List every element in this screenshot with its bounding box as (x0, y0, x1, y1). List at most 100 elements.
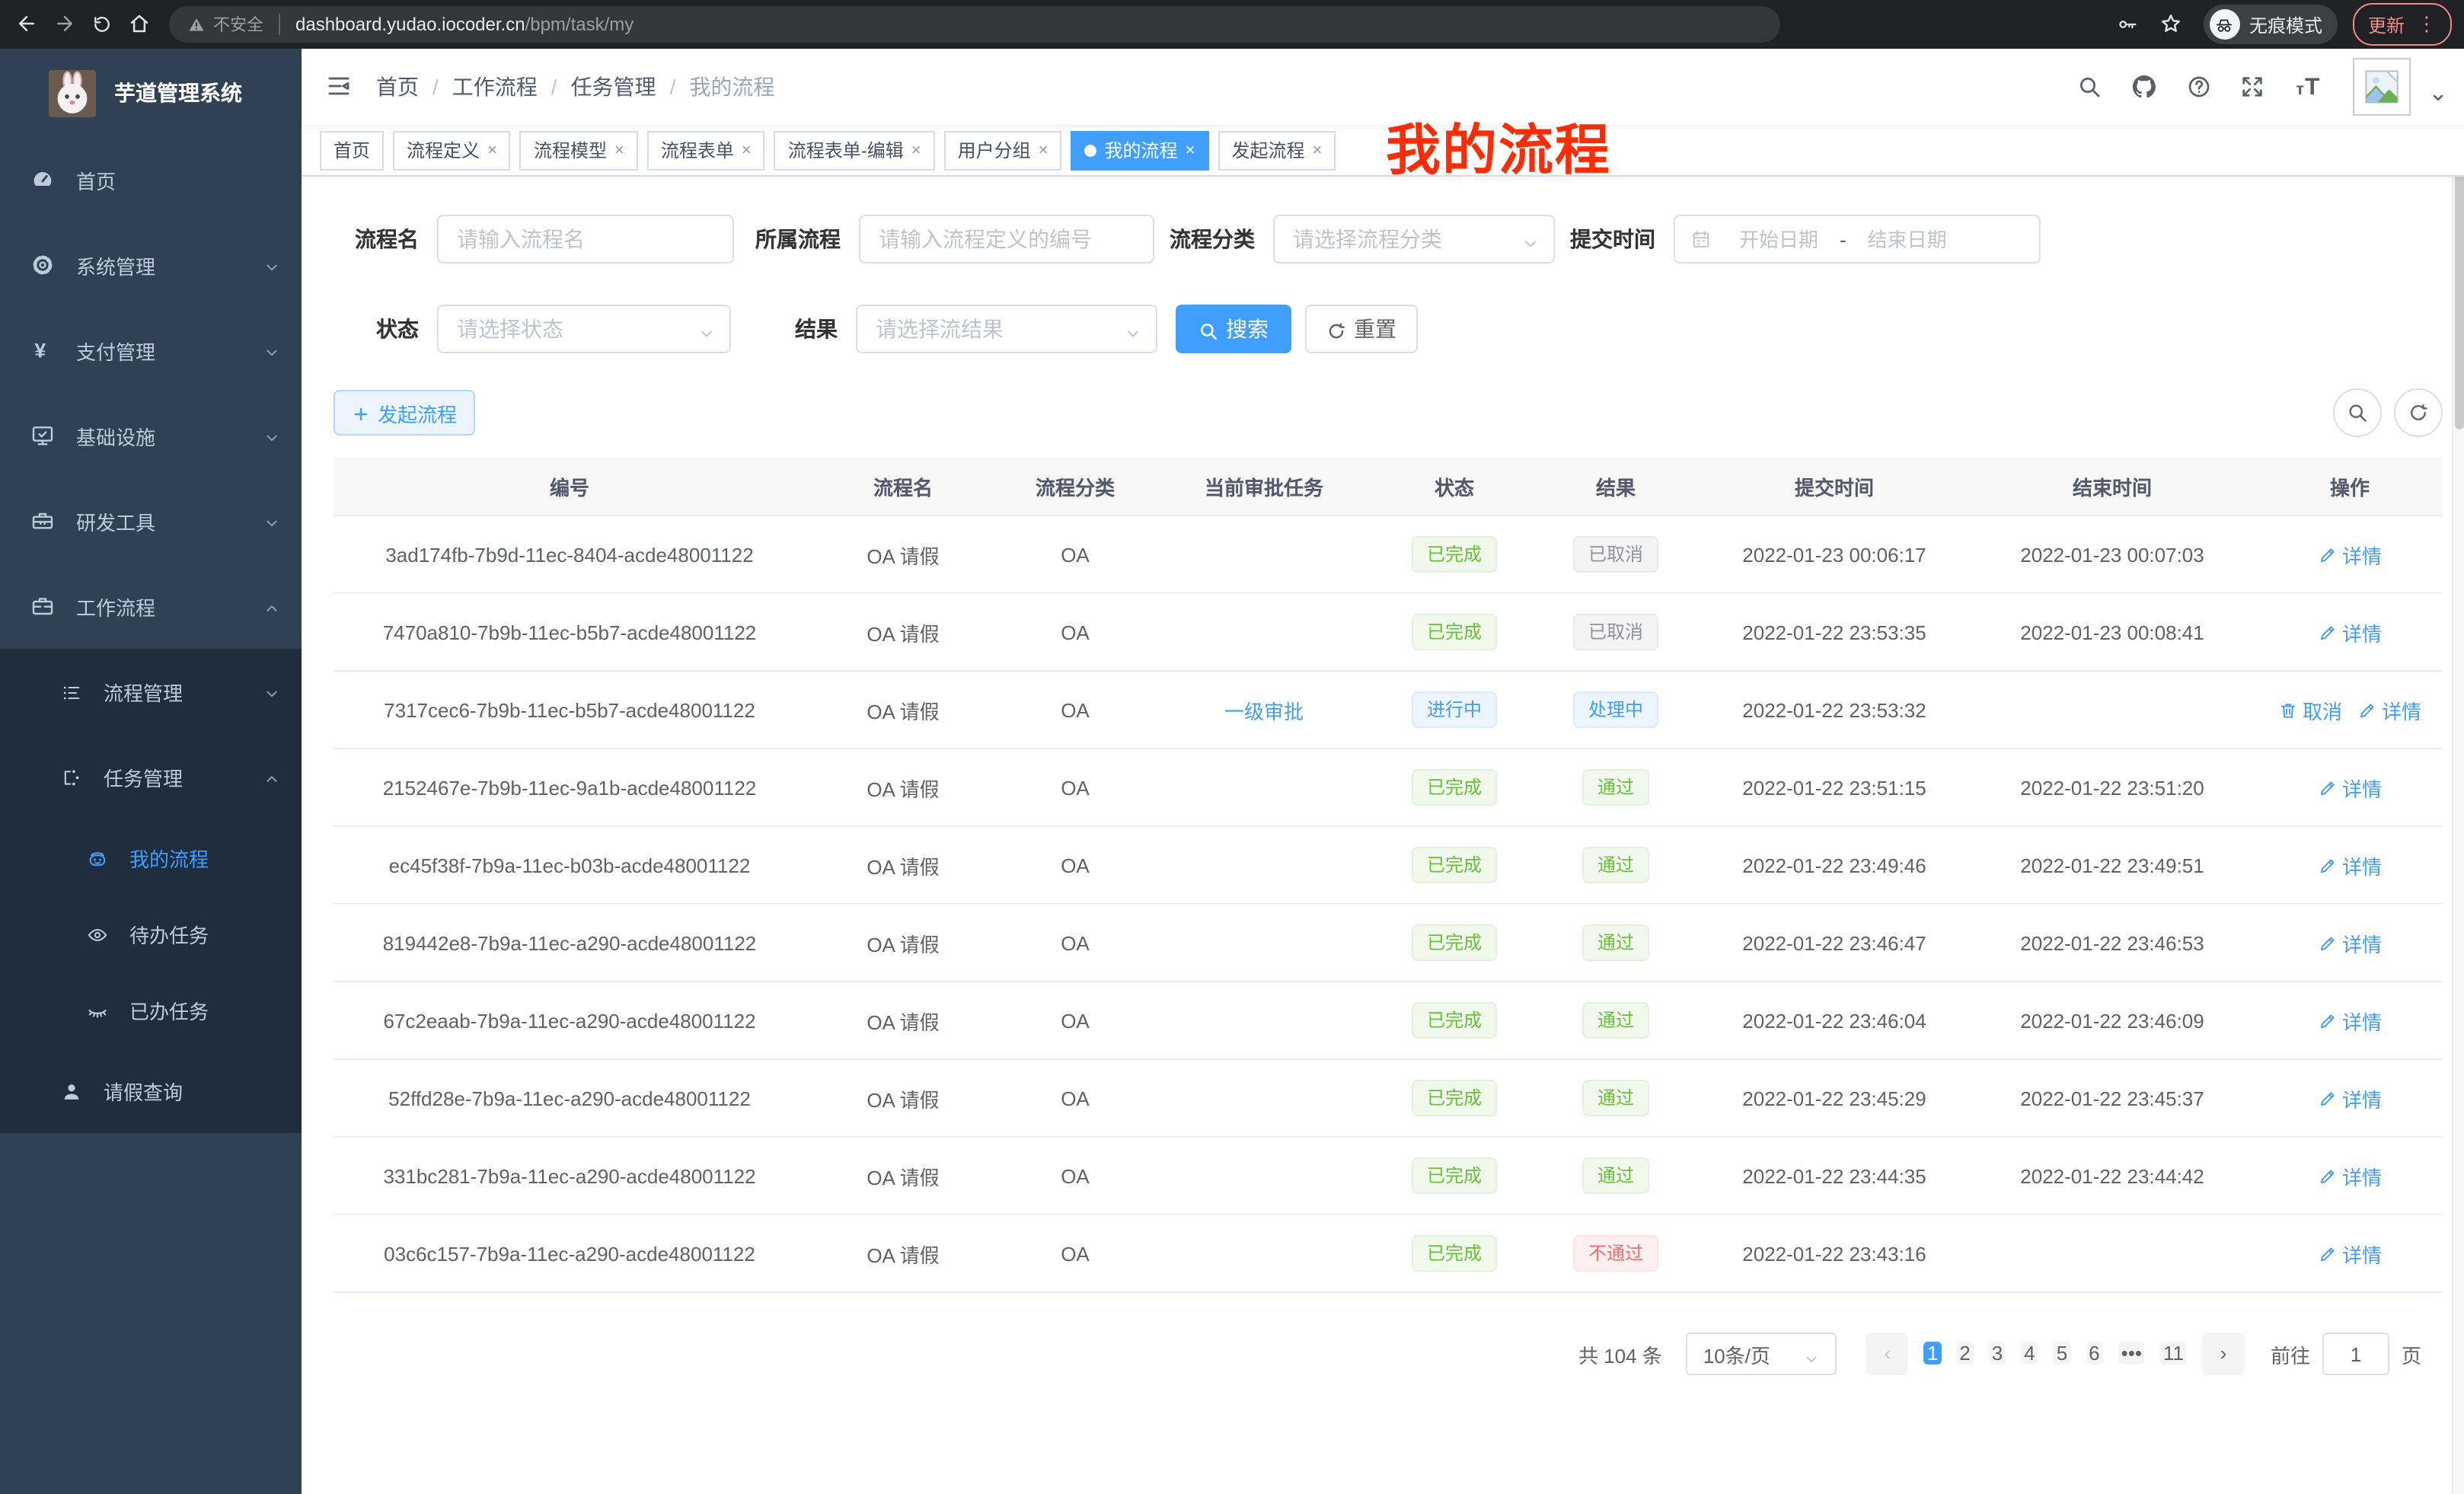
sidebar-item-4[interactable]: 研发工具 (0, 478, 302, 563)
table-row: 52ffd28e-7b9a-11ec-a290-acde48001122OA 请… (334, 1059, 2443, 1137)
collapse-menu-icon (326, 74, 352, 100)
detail-action[interactable]: 详情 (2318, 618, 2382, 646)
font-size-icon[interactable]: тT (2293, 72, 2324, 102)
sidebar-item-6[interactable]: 流程管理 (0, 649, 302, 734)
search-icon[interactable] (2077, 73, 2102, 101)
detail-action[interactable]: 详情 (2318, 851, 2382, 879)
page-button-11[interactable]: 11 (2160, 1342, 2187, 1365)
show-search-button[interactable] (2333, 388, 2382, 437)
close-icon[interactable]: × (1039, 141, 1048, 159)
page-button-3[interactable]: 3 (1989, 1342, 2006, 1365)
detail-action[interactable]: 详情 (2318, 1161, 2382, 1190)
key-icon[interactable] (2117, 11, 2138, 38)
page-button-6[interactable]: 6 (2086, 1342, 2102, 1365)
help-icon[interactable] (2187, 73, 2211, 101)
search-button[interactable]: 搜索 (1176, 305, 1291, 353)
category-select[interactable] (1273, 215, 1555, 263)
star-icon[interactable] (2159, 11, 2182, 38)
sidebar-item-11[interactable]: 请假查询 (0, 1048, 302, 1133)
browser-home-icon[interactable] (128, 11, 151, 38)
result-select[interactable] (856, 305, 1157, 353)
sidebar-item-8[interactable]: 我的流程 (0, 819, 302, 895)
flow-icon (61, 768, 82, 789)
task-link[interactable]: 一级审批 (1224, 700, 1304, 723)
detail-action[interactable]: 详情 (2318, 773, 2382, 802)
page-button-1[interactable]: 1 (1924, 1342, 1941, 1365)
table-row: 331bc281-7b9a-11ec-a290-acde48001122OA 请… (334, 1137, 2443, 1215)
breadcrumb-item-1[interactable]: 工作流程 (452, 72, 538, 102)
scrollbar[interactable] (2452, 49, 2464, 1494)
tab-label: 流程定义 (407, 137, 480, 163)
close-icon[interactable]: × (487, 141, 497, 159)
process-name-input[interactable] (437, 215, 734, 263)
cancel-action[interactable]: 取消 (2278, 695, 2342, 724)
collapse-menu-icon[interactable] (326, 73, 352, 101)
breadcrumb-item-0[interactable]: 首页 (376, 72, 419, 102)
browser-reload-icon[interactable] (91, 11, 113, 38)
svg-text:т: т (2296, 79, 2304, 98)
detail-action[interactable]: 详情 (2318, 540, 2382, 569)
page-button-5[interactable]: 5 (2054, 1342, 2070, 1365)
detail-action[interactable]: 详情 (2318, 1084, 2382, 1113)
close-icon[interactable]: × (911, 141, 921, 159)
detail-action[interactable]: 详情 (2318, 1239, 2382, 1268)
chevron-down-icon[interactable] (2430, 84, 2446, 111)
refresh-table-button[interactable] (2394, 388, 2443, 437)
tab-0[interactable]: 首页 (320, 130, 384, 170)
status-select[interactable] (437, 305, 731, 353)
date-range-picker[interactable]: - (1674, 215, 2041, 263)
cell-status: 已完成 (1378, 1137, 1530, 1215)
browser-back-icon[interactable] (15, 11, 38, 38)
tab-4[interactable]: 流程表单-编辑× (774, 130, 935, 170)
close-icon[interactable]: × (742, 141, 752, 159)
end-date-input[interactable] (1850, 218, 1965, 260)
security-status[interactable]: 不安全 (187, 12, 263, 37)
column-header: 结束时间 (1968, 457, 2257, 516)
avatar[interactable] (2353, 58, 2411, 116)
sidebar-item-label: 研发工具 (76, 506, 155, 535)
tab-2[interactable]: 流程模型× (520, 130, 638, 170)
cell-end-time: 2022-01-22 23:49:51 (1968, 826, 2257, 904)
browser-forward-icon[interactable] (53, 11, 76, 38)
sidebar-item-10[interactable]: 已办任务 (0, 972, 302, 1048)
page-button-4[interactable]: 4 (2021, 1342, 2038, 1365)
page-button-2[interactable]: 2 (1956, 1342, 1973, 1365)
reset-button[interactable]: 重置 (1305, 305, 1418, 353)
cell-result: 已取消 (1530, 516, 1701, 593)
tab-1[interactable]: 流程定义 × (393, 130, 511, 170)
tab-5[interactable]: 用户分组× (944, 130, 1062, 170)
start-date-input[interactable] (1721, 218, 1837, 260)
next-page-button[interactable]: › (2202, 1333, 2245, 1375)
close-icon[interactable]: × (614, 141, 624, 159)
process-def-input[interactable] (859, 215, 1154, 263)
breadcrumb-item-2[interactable]: 任务管理 (571, 72, 656, 102)
browser-menu-icon[interactable]: ⋮ (2417, 12, 2437, 37)
fullscreen-icon[interactable] (2240, 73, 2265, 101)
close-icon[interactable]: × (1186, 141, 1195, 159)
app-logo-row[interactable]: 芋道管理系统 (0, 49, 302, 137)
page-size-select[interactable]: 10条/页 (1687, 1333, 1837, 1375)
address-bar[interactable]: 不安全 dashboard.yudao.iocoder.cn/bpm/task/… (169, 6, 1780, 43)
tab-7[interactable]: 发起流程× (1218, 130, 1336, 170)
sidebar-item-1[interactable]: 系统管理 (0, 222, 302, 308)
sidebar-item-9[interactable]: 待办任务 (0, 895, 302, 972)
sidebar-item-3[interactable]: 基础设施 (0, 393, 302, 478)
detail-action[interactable]: 详情 (2357, 695, 2421, 724)
column-header: 提交时间 (1701, 457, 1968, 516)
detail-action[interactable]: 详情 (2318, 1006, 2382, 1035)
close-icon[interactable]: × (1312, 141, 1322, 159)
create-process-button[interactable]: 发起流程 (334, 390, 475, 436)
sidebar-item-0[interactable]: 首页 (0, 137, 302, 222)
detail-action[interactable]: 详情 (2318, 928, 2382, 957)
goto-page-input[interactable] (2322, 1333, 2389, 1375)
sidebar-item-5[interactable]: 工作流程 (0, 563, 302, 649)
sidebar-item-7[interactable]: 任务管理 (0, 734, 302, 819)
prev-page-button[interactable]: ‹ (1866, 1333, 1909, 1375)
tab-6[interactable]: 我的流程× (1071, 130, 1209, 170)
page-ellipsis[interactable]: ••• (2118, 1342, 2145, 1365)
tab-3[interactable]: 流程表单× (647, 130, 765, 170)
sidebar-item-2[interactable]: ¥支付管理 (0, 308, 302, 393)
github-icon[interactable] (2130, 73, 2158, 101)
update-button[interactable]: 更新 ⋮ (2353, 3, 2452, 46)
sidebar-item-label: 请假查询 (104, 1076, 183, 1105)
